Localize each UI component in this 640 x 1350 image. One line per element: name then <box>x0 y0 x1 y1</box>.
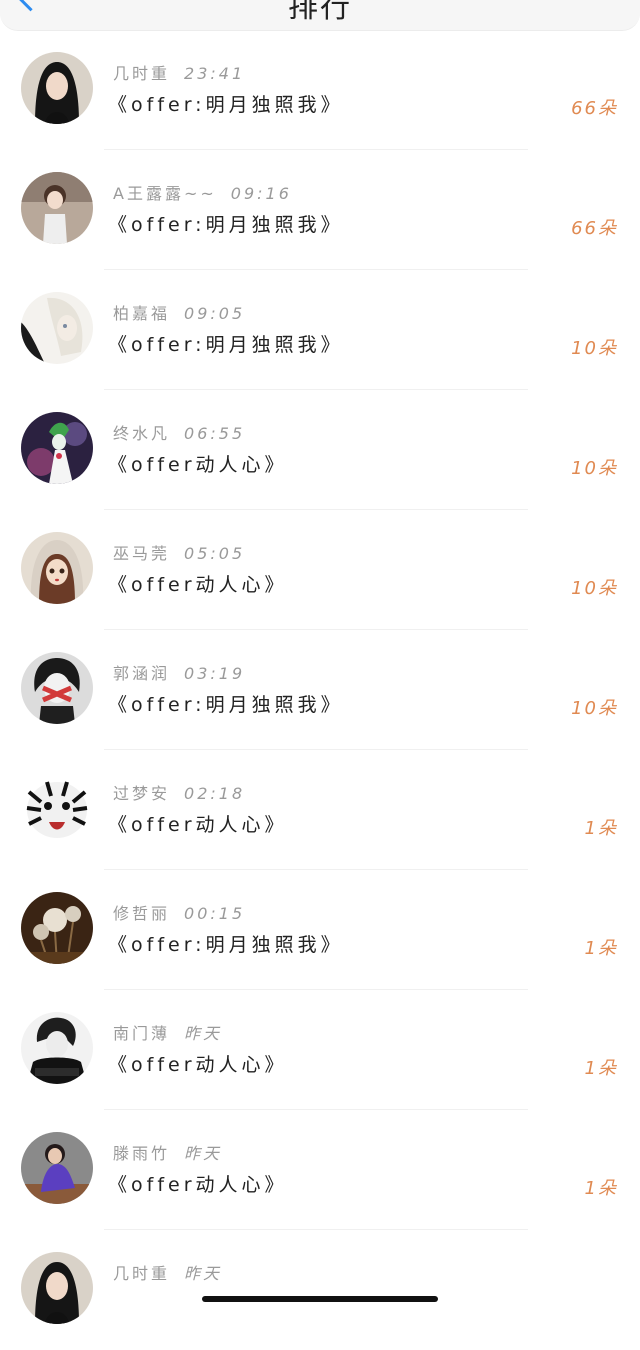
timestamp: 02:18 <box>184 784 246 803</box>
flower-count: 1朵 <box>584 1058 618 1079</box>
avatar[interactable] <box>21 1012 93 1084</box>
avatar[interactable] <box>21 652 93 724</box>
timestamp: 23:41 <box>184 64 246 83</box>
page-title: 排行 <box>288 0 352 25</box>
avatar[interactable] <box>21 1132 93 1204</box>
user-name: A王露露~~ 09:16 <box>113 184 292 203</box>
timestamp: 09:05 <box>184 304 246 323</box>
list-item[interactable]: 终水凡 06:55 《offer动人心》 10朵 <box>0 390 640 510</box>
gift-title: 《offer动人心》 <box>108 1054 288 1076</box>
user-name: 修哲丽 00:15 <box>113 904 246 923</box>
timestamp: 06:55 <box>184 424 246 443</box>
gift-title: 《offer动人心》 <box>108 574 288 596</box>
home-indicator[interactable] <box>202 1296 438 1302</box>
list-item[interactable]: 滕雨竹 昨天 《offer动人心》 1朵 <box>0 1110 640 1230</box>
user-name: 南门薄 昨天 <box>113 1024 223 1043</box>
list-item[interactable]: 郭涵润 03:19 《offer:明月独照我》 10朵 <box>0 630 640 750</box>
gift-title: 《offer:明月独照我》 <box>108 694 344 716</box>
flower-count: 1朵 <box>584 818 618 839</box>
flower-count: 10朵 <box>571 578 618 599</box>
user-name: 滕雨竹 昨天 <box>113 1144 223 1163</box>
avatar[interactable] <box>21 892 93 964</box>
timestamp: 昨天 <box>184 1144 223 1163</box>
flower-count: 66朵 <box>571 218 618 239</box>
gift-title: 《offer动人心》 <box>108 1174 288 1196</box>
avatar[interactable] <box>21 772 93 844</box>
avatar[interactable] <box>21 52 93 124</box>
list-item[interactable]: 巫马莞 05:05 《offer动人心》 10朵 <box>0 510 640 630</box>
user-name: 几时重 23:41 <box>113 64 246 83</box>
user-name: 巫马莞 05:05 <box>113 544 246 563</box>
list-item[interactable]: 修哲丽 00:15 《offer:明月独照我》 1朵 <box>0 870 640 990</box>
flower-count: 10朵 <box>571 458 618 479</box>
list-item[interactable]: 几时重 昨天 <box>0 1230 640 1350</box>
gift-title: 《offer:明月独照我》 <box>108 334 344 356</box>
gift-title: 《offer:明月独照我》 <box>108 934 344 956</box>
gift-title: 《offer:明月独照我》 <box>108 214 344 236</box>
user-name: 几时重 昨天 <box>113 1264 223 1283</box>
timestamp: 09:16 <box>230 184 292 203</box>
user-name: 郭涵润 03:19 <box>113 664 246 683</box>
avatar[interactable] <box>21 292 93 364</box>
timestamp: 00:15 <box>184 904 246 923</box>
avatar[interactable] <box>21 412 93 484</box>
gift-title: 《offer动人心》 <box>108 454 288 476</box>
list-item[interactable]: A王露露~~ 09:16 《offer:明月独照我》 66朵 <box>0 150 640 270</box>
list-item[interactable]: 过梦安 02:18 《offer动人心》 1朵 <box>0 750 640 870</box>
flower-count: 1朵 <box>584 1178 618 1199</box>
timestamp: 05:05 <box>184 544 246 563</box>
gift-title: 《offer动人心》 <box>108 814 288 836</box>
ranking-list: 几时重 23:41 《offer:明月独照我》 66朵 A王露露~~ 09:16 《… <box>0 30 640 1350</box>
timestamp: 03:19 <box>184 664 246 683</box>
avatar[interactable] <box>21 532 93 604</box>
flower-count: 66朵 <box>571 98 618 119</box>
avatar[interactable] <box>21 1252 93 1324</box>
list-item[interactable]: 柏嘉福 09:05 《offer:明月独照我》 10朵 <box>0 270 640 390</box>
user-name: 终水凡 06:55 <box>113 424 246 443</box>
gift-title: 《offer:明月独照我》 <box>108 94 344 116</box>
flower-count: 10朵 <box>571 698 618 719</box>
user-name: 柏嘉福 09:05 <box>113 304 246 323</box>
user-name: 过梦安 02:18 <box>113 784 246 803</box>
flower-count: 1朵 <box>584 938 618 959</box>
flower-count: 10朵 <box>571 338 618 359</box>
avatar[interactable] <box>21 172 93 244</box>
timestamp: 昨天 <box>184 1264 223 1283</box>
list-item[interactable]: 南门薄 昨天 《offer动人心》 1朵 <box>0 990 640 1110</box>
list-item[interactable]: 几时重 23:41 《offer:明月独照我》 66朵 <box>0 30 640 150</box>
timestamp: 昨天 <box>184 1024 223 1043</box>
top-nav-bar: 排行 <box>0 0 640 31</box>
